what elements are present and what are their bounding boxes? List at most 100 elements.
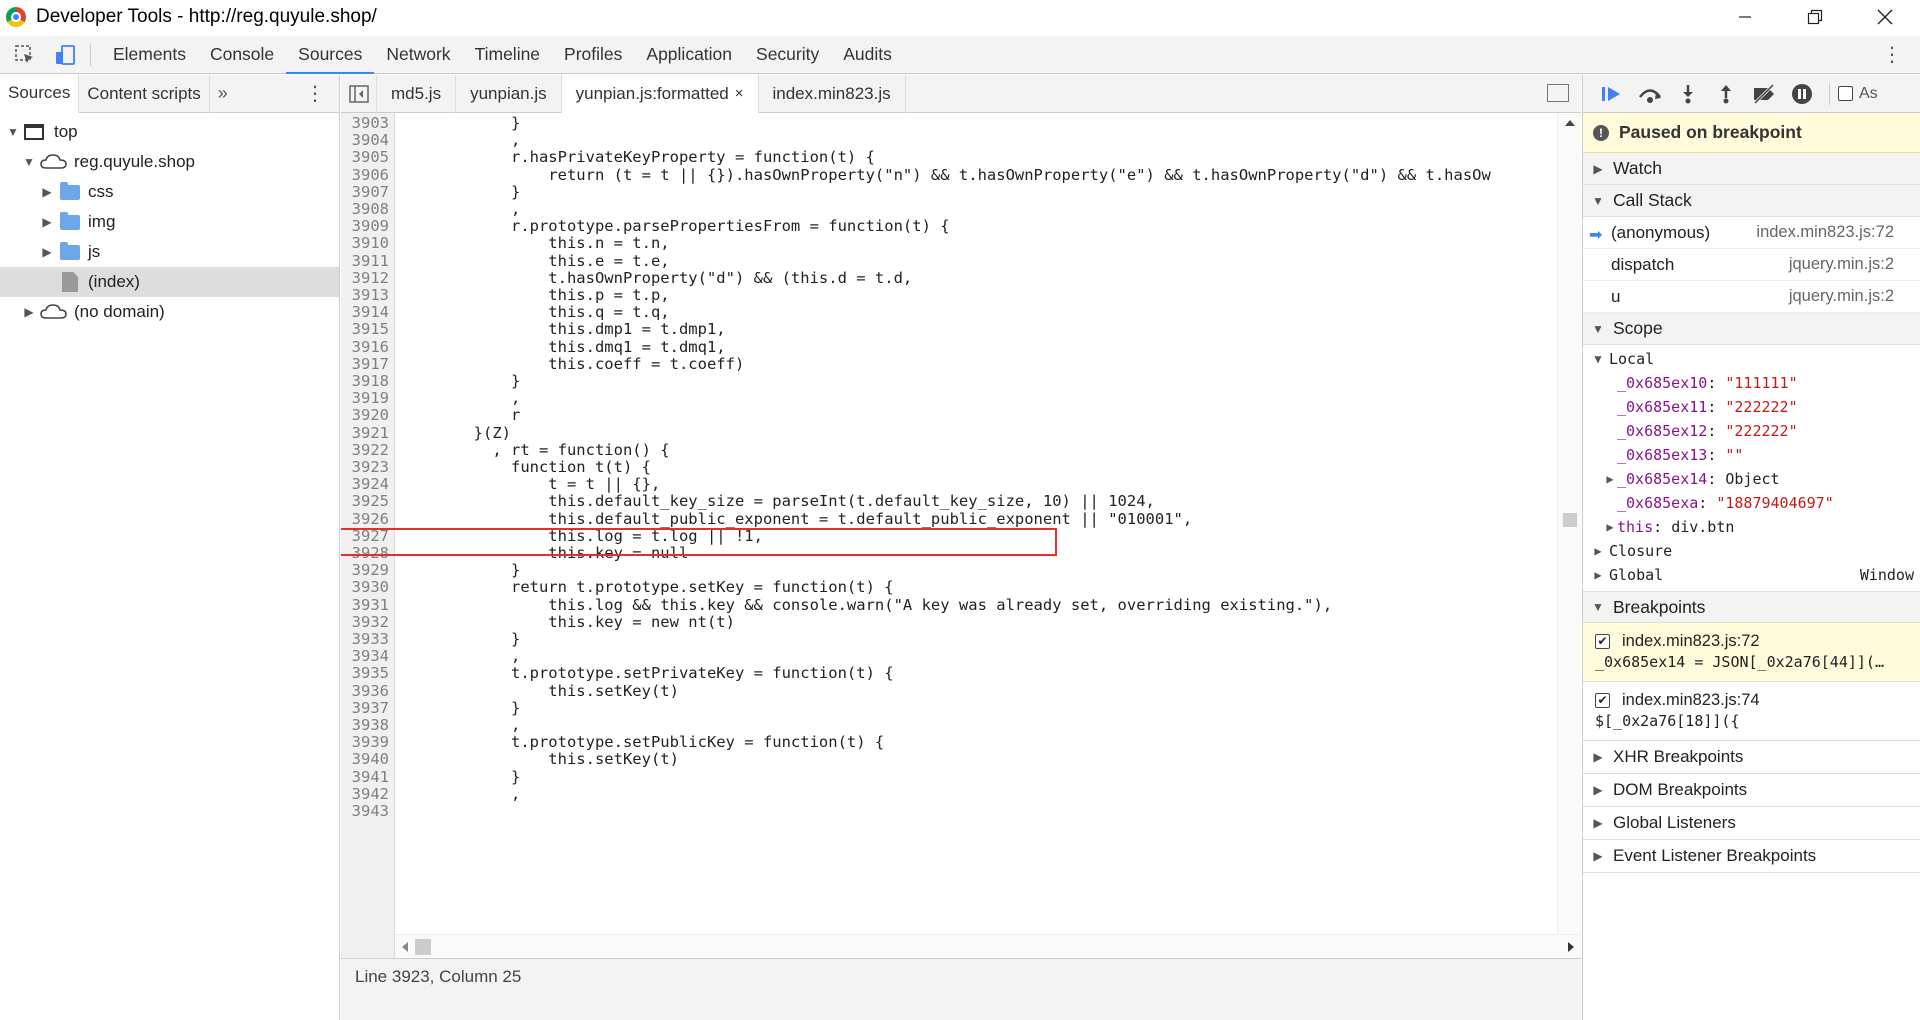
cloud-icon [40,154,67,169]
variable-name: _0x685exa [1617,494,1699,512]
step-over-button[interactable] [1631,79,1669,109]
event-listener-breakpoints-header[interactable]: ▶ Event Listener Breakpoints [1583,840,1920,873]
global-listeners-header[interactable]: ▶ Global Listeners [1583,807,1920,840]
tree-item-top[interactable]: ▼ top [0,117,339,147]
restore-button[interactable] [1780,0,1850,34]
watch-section-header[interactable]: ▶ Watch [1583,153,1920,185]
separator: : [1707,398,1726,416]
scope-variable[interactable]: _0x685ex13: "" [1583,443,1920,467]
async-checkbox[interactable] [1838,86,1853,101]
device-toolbar-button[interactable] [50,40,80,70]
vertical-scrollbar[interactable] [1557,113,1581,958]
navigator-tabs: Sources Content scripts » ⋮ [0,74,339,113]
tree-item-js[interactable]: ▶ js [0,237,339,267]
xhr-breakpoints-header[interactable]: ▶ XHR Breakpoints [1583,741,1920,774]
breakpoint-checkbox[interactable]: ✔ [1595,692,1610,708]
collapsed-triangle-icon: ▶ [1593,816,1603,830]
chrome-logo-icon [6,7,26,27]
breakpoint-item[interactable]: ✔ index.min823.js:72 _0x685ex14 = JSON[_… [1583,623,1920,682]
step-out-button[interactable] [1707,79,1745,109]
editor-tab-yunpian-formatted[interactable]: yunpian.js:formatted × [561,74,759,113]
close-tab-icon[interactable]: × [735,85,744,102]
variable-value: "222222" [1725,422,1798,440]
hscroll-thumb[interactable] [415,939,431,955]
separator: : [1707,374,1726,392]
step-into-button[interactable] [1669,79,1707,109]
horizontal-scrollbar[interactable] [395,934,1581,958]
callstack-frame[interactable]: ➡ (anonymous) index.min823.js:72 [1583,217,1920,249]
breakpoint-checkbox[interactable]: ✔ [1595,633,1610,649]
scroll-left-icon[interactable] [395,935,415,958]
toggle-navigator-button[interactable] [341,74,377,113]
tab-content-scripts[interactable]: Content scripts [79,74,210,113]
scope-variable[interactable]: ▶ _0x685ex14: Object [1583,467,1920,491]
scope-variable[interactable]: _0x685ex12: "222222" [1583,419,1920,443]
scroll-right-icon[interactable] [1561,935,1581,958]
tab-console[interactable]: Console [198,36,286,74]
tree-item-no-domain[interactable]: ▶ (no domain) [0,297,339,327]
tab-audits[interactable]: Audits [831,36,904,74]
editor-tab-index-min[interactable]: index.min823.js [759,74,906,113]
scroll-up-icon[interactable] [1558,113,1581,133]
tab-application[interactable]: Application [634,36,744,74]
scope-variable[interactable]: _0x685ex10: "111111" [1583,371,1920,395]
variable-name: _0x685ex14 [1617,470,1708,488]
expanded-triangle-icon: ▼ [1594,352,1602,366]
step-over-icon [1639,88,1661,103]
deactivate-breakpoints-button[interactable] [1745,79,1783,109]
customize-menu-button[interactable]: ⋮ [1882,42,1902,67]
deactivate-breakpoints-icon [1753,83,1775,104]
sidebar-toggle-icon [348,84,369,103]
tree-item-css[interactable]: ▶ css [0,177,339,207]
scope-variable[interactable]: _0x685ex11: "222222" [1583,395,1920,419]
tab-navigator-sources[interactable]: Sources [0,74,80,113]
resume-button[interactable] [1593,79,1631,109]
scope-local-header[interactable]: ▼ Local [1583,347,1920,371]
more-tabs-button[interactable]: » [218,83,228,104]
tab-profiles[interactable]: Profiles [552,36,634,74]
variable-name: _0x685ex10 [1617,374,1708,392]
async-toggle[interactable]: As [1838,85,1878,103]
code-line[interactable]: 3943 [341,801,1541,822]
tab-sources[interactable]: Sources [286,36,375,74]
minimize-icon [1739,16,1751,18]
tab-timeline[interactable]: Timeline [463,36,552,74]
editor-tab-yunpian[interactable]: yunpian.js [456,74,562,113]
tree-item-domain[interactable]: ▼ reg.quyule.shop [0,147,339,177]
frame-location[interactable]: jquery.min.js:2 [1789,287,1894,306]
tab-elements[interactable]: Elements [101,36,198,74]
editor-tab-md5[interactable]: md5.js [377,74,457,113]
pause-on-exceptions-button[interactable] [1783,79,1821,109]
tab-security[interactable]: Security [744,36,831,74]
code-view[interactable]: 3903 } 3904 , 3905 r.hasPrivateKeyProperty… [341,113,1581,958]
breakpoints-section-header[interactable]: ▼ Breakpoints [1583,591,1920,623]
frame-location[interactable]: jquery.min.js:2 [1789,255,1894,274]
scope-global-header[interactable]: ▶ Global Window [1583,563,1920,587]
inspect-element-button[interactable] [10,40,40,70]
debugger-toolbar: As [1583,75,1920,113]
frame-location[interactable]: index.min823.js:72 [1756,223,1894,242]
callstack-section-header[interactable]: ▼ Call Stack [1583,185,1920,217]
tree-item-img[interactable]: ▶ img [0,207,339,237]
tab-network[interactable]: Network [374,36,462,74]
minimize-button[interactable] [1710,0,1780,34]
scope-closure-header[interactable]: ▶ Closure [1583,539,1920,563]
scope-variable[interactable]: _0x685exa: "18879404697" [1583,491,1920,515]
scroll-thumb[interactable] [1563,513,1577,527]
variable-name: _0x685ex12 [1617,422,1708,440]
breakpoint-location: index.min823.js:74 [1622,690,1760,709]
scope-section-header[interactable]: ▼ Scope [1583,313,1920,345]
close-button[interactable] [1850,0,1920,34]
folder-icon [60,211,80,230]
tree-item-index[interactable]: (index) [0,267,339,297]
dom-breakpoints-header[interactable]: ▶ DOM Breakpoints [1583,774,1920,807]
navigator-menu-button[interactable]: ⋮ [305,81,325,106]
scope-variable[interactable]: ▶ this: div.btn [1583,515,1920,539]
callstack-frame[interactable]: dispatch jquery.min.js:2 [1583,249,1920,281]
breakpoint-item[interactable]: ✔ index.min823.js:74 $[_0x2a76[18]]({ [1583,682,1920,741]
inspect-icon [15,44,33,63]
callstack-frame[interactable]: u jquery.min.js:2 [1583,281,1920,313]
toggle-debugger-sidebar-button[interactable] [1547,84,1569,102]
scope-global-label: Global [1609,566,1664,584]
line-number[interactable]: 3943 [341,801,389,822]
